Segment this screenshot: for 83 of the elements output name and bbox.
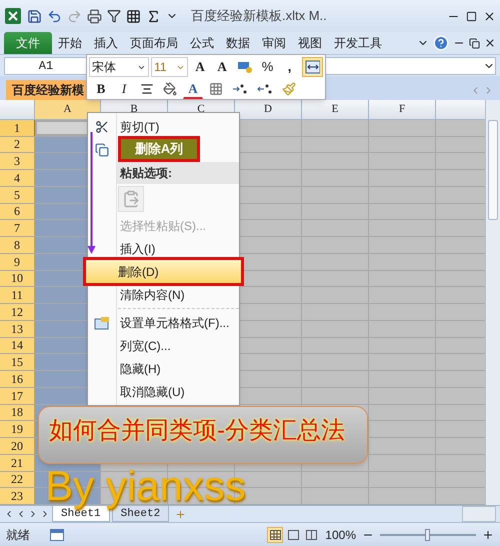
- row-header[interactable]: 10: [0, 270, 35, 286]
- ribbon-tab[interactable]: 开发工具: [328, 32, 388, 54]
- row-header[interactable]: 2: [0, 136, 35, 152]
- bold-button[interactable]: B: [91, 79, 111, 99]
- row-header[interactable]: 12: [0, 304, 35, 320]
- ribbon-tab[interactable]: 数据: [220, 32, 256, 54]
- row-header[interactable]: 15: [0, 354, 35, 370]
- ribbon-tab[interactable]: 审阅: [256, 32, 292, 54]
- row-header[interactable]: 20: [0, 438, 35, 454]
- author-text: By yianxss: [45, 462, 246, 509]
- column-header[interactable]: F: [369, 100, 436, 119]
- font-size-field[interactable]: 11: [151, 57, 188, 77]
- row-header[interactable]: 5: [0, 186, 35, 202]
- zoom-in-icon[interactable]: [482, 528, 494, 540]
- row-header[interactable]: 18: [0, 404, 35, 420]
- percent-button[interactable]: %: [258, 57, 278, 77]
- macro-record-icon[interactable]: [50, 528, 64, 540]
- sum-icon[interactable]: [146, 8, 161, 24]
- row-header[interactable]: 8: [0, 237, 35, 253]
- row-header[interactable]: 1: [0, 120, 35, 136]
- name-box[interactable]: A1: [4, 56, 88, 74]
- format-cells-icon: [94, 316, 110, 330]
- row-header[interactable]: 19: [0, 421, 35, 437]
- print-preview-icon[interactable]: [87, 8, 102, 24]
- menu-item[interactable]: 列宽(C)...: [116, 334, 239, 357]
- save-icon[interactable]: [27, 8, 42, 24]
- row-header[interactable]: 22: [0, 472, 35, 488]
- menu-item[interactable]: 插入(I): [116, 237, 239, 260]
- row-header[interactable]: 9: [0, 254, 35, 270]
- callout-label: 删除A列: [118, 136, 200, 162]
- italic-button[interactable]: I: [114, 79, 134, 99]
- ribbon-tab[interactable]: 视图: [292, 32, 328, 54]
- row-header[interactable]: 13: [0, 320, 35, 336]
- column-header[interactable]: A: [35, 100, 101, 119]
- zoom-level[interactable]: 100%: [325, 526, 356, 544]
- font-size: 11: [154, 59, 167, 76]
- ribbon-tab[interactable]: 页面布局: [124, 32, 184, 54]
- maximize-icon[interactable]: [466, 10, 477, 22]
- undo-icon[interactable]: [47, 8, 62, 24]
- comma-button[interactable]: ,: [280, 57, 300, 77]
- menu-item[interactable]: 设置单元格格式(F)...: [116, 311, 239, 334]
- banner-title: 如何合并同类项-分类汇总法: [49, 416, 345, 446]
- horizontal-scrollbar[interactable]: [462, 506, 496, 522]
- vertical-scrollbar[interactable]: [485, 100, 500, 505]
- shrink-font-button[interactable]: A: [212, 57, 232, 77]
- grow-font-button[interactable]: A: [190, 57, 210, 77]
- row-header[interactable]: 14: [0, 338, 35, 354]
- filter-icon[interactable]: [107, 9, 121, 23]
- window-title: 百度经验新模板.xltx M..: [191, 7, 327, 26]
- zoom-slider[interactable]: [380, 528, 476, 542]
- ribbon-tab[interactable]: 插入: [88, 32, 124, 54]
- merge-center-icon[interactable]: [302, 57, 324, 77]
- borders-icon[interactable]: [126, 8, 141, 24]
- menu-section-header: 粘贴选项:: [116, 162, 239, 184]
- menu-item[interactable]: 清除内容(N): [116, 283, 239, 306]
- row-header[interactable]: 23: [0, 488, 35, 504]
- restore-icon[interactable]: [469, 38, 480, 48]
- menu-item[interactable]: 隐藏(H): [116, 357, 239, 380]
- font-name: 宋体: [92, 59, 116, 76]
- row-header[interactable]: 16: [0, 371, 35, 387]
- copy-icon: [95, 143, 109, 157]
- file-tab[interactable]: 文件: [4, 32, 52, 54]
- row-header[interactable]: 3: [0, 153, 35, 169]
- font-color-button[interactable]: A: [183, 79, 203, 99]
- close-icon[interactable]: [484, 37, 496, 49]
- close-icon[interactable]: [483, 10, 496, 22]
- clipboard-icon: [122, 190, 140, 208]
- scissors-icon: [95, 120, 109, 134]
- status-text: 就绪: [6, 526, 30, 544]
- excel-logo-icon[interactable]: [4, 7, 22, 25]
- row-header[interactable]: 11: [0, 287, 35, 303]
- font-field[interactable]: 宋体: [89, 57, 150, 77]
- ribbon-tab[interactable]: 开始: [52, 32, 88, 54]
- help-icon[interactable]: [433, 35, 449, 51]
- normal-view-button[interactable]: [267, 526, 284, 542]
- row-header[interactable]: 17: [0, 388, 35, 404]
- workbook-tab[interactable]: 百度经验新模: [6, 80, 86, 100]
- row-header[interactable]: 6: [0, 204, 35, 220]
- ribbon-tab[interactable]: 公式: [184, 32, 220, 54]
- row-header[interactable]: 7: [0, 220, 35, 236]
- row-header[interactable]: 21: [0, 454, 35, 470]
- menu-item[interactable]: 取消隐藏(U): [116, 380, 239, 403]
- row-header[interactable]: 4: [0, 170, 35, 186]
